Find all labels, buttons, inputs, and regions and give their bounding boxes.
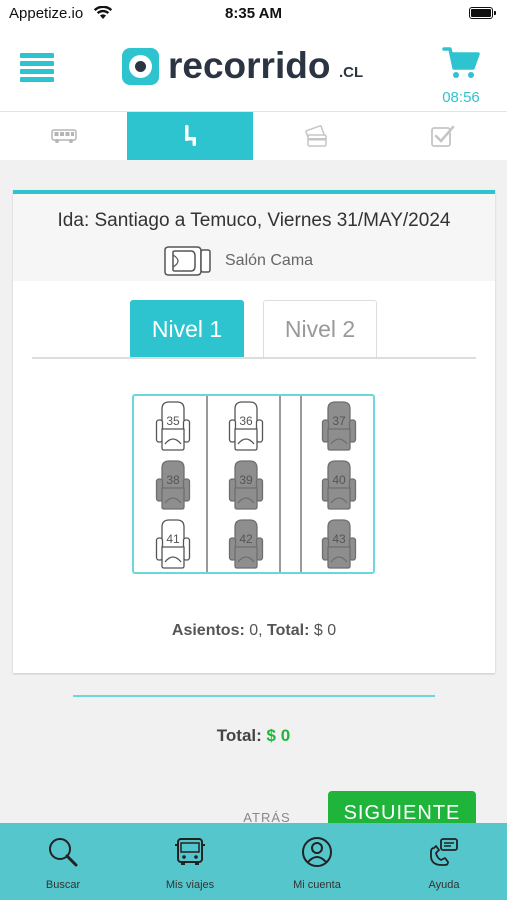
nav-help[interactable]: Ayuda xyxy=(381,823,507,900)
checkbox-icon xyxy=(431,125,455,147)
cart-icon[interactable] xyxy=(441,44,481,84)
status-bar: Appetize.io 8:35 AM xyxy=(0,0,507,26)
help-icon xyxy=(430,838,458,866)
seat-number: 43 xyxy=(332,532,346,546)
seat-number: 41 xyxy=(166,532,180,546)
booking-steps xyxy=(0,112,507,160)
tab-level-1[interactable]: Nivel 1 xyxy=(130,300,244,358)
seat-number: 38 xyxy=(166,473,180,487)
status-time: 8:35 AM xyxy=(225,5,282,22)
nav-search-label: Buscar xyxy=(45,879,81,891)
nav-search[interactable]: Buscar xyxy=(0,823,126,900)
seat-icon xyxy=(185,125,196,146)
user-icon xyxy=(302,837,332,867)
nav-account-label: Mi cuenta xyxy=(293,879,341,891)
selection-summary: Asientos: 0, Total: $ 0 xyxy=(13,622,495,640)
subtotal-value: $ 0 xyxy=(309,622,337,639)
seat-number: 40 xyxy=(332,473,346,487)
aisle-divider xyxy=(300,396,302,572)
seat-42[interactable]: 42 xyxy=(228,518,264,570)
seat-40[interactable]: 40 xyxy=(321,459,357,511)
bed-seat-icon xyxy=(164,246,211,276)
trip-card: Ida: Santiago a Temuco, Viernes 31/MAY/2… xyxy=(13,190,495,673)
column-divider xyxy=(206,396,208,572)
seat-41[interactable]: 41 xyxy=(155,518,191,570)
battery-icon xyxy=(469,7,496,19)
brand-name: recorrido xyxy=(168,45,331,86)
seat-38[interactable]: 38 xyxy=(155,459,191,511)
aisle-divider xyxy=(279,396,281,572)
bus-type-label: Salón Cama xyxy=(225,252,314,269)
tab-level-2[interactable]: Nivel 2 xyxy=(263,300,377,358)
tabs-divider xyxy=(32,357,476,359)
step-confirm[interactable] xyxy=(380,112,506,160)
total-amount: $ 0 xyxy=(266,726,291,745)
seat-number: 42 xyxy=(239,532,253,546)
seats-count: 0, xyxy=(244,622,268,639)
bus-front-icon xyxy=(175,838,205,865)
seat-number: 36 xyxy=(239,414,253,428)
seat-36[interactable]: 36 xyxy=(228,400,264,452)
menu-button[interactable] xyxy=(20,51,54,83)
seat-number: 39 xyxy=(239,473,253,487)
nav-trips[interactable]: Mis viajes xyxy=(127,823,253,900)
nav-trips-label: Mis viajes xyxy=(165,879,215,891)
trip-header: Ida: Santiago a Temuco, Viernes 31/MAY/2… xyxy=(13,194,495,281)
total-label: Total: xyxy=(216,726,262,745)
grand-total: Total: $ 0 xyxy=(0,726,507,746)
seat-number: 35 xyxy=(166,414,180,428)
nav-help-label: Ayuda xyxy=(428,879,460,891)
bus-type: Salón Cama xyxy=(161,244,313,278)
step-seats[interactable] xyxy=(127,112,253,160)
search-icon xyxy=(49,838,78,867)
bottom-nav: Buscar Mis viajes Mi cuenta Ayuda xyxy=(0,823,507,900)
subtotal-label: Total: xyxy=(267,622,310,639)
trip-route: Ida: Santiago a Temuco, Viernes 31/MAY/2… xyxy=(57,210,451,231)
seat-43[interactable]: 43 xyxy=(321,518,357,570)
seat-35[interactable]: 35 xyxy=(155,400,191,452)
bus-icon xyxy=(51,129,77,143)
seat-number: 37 xyxy=(332,414,346,428)
reservation-timer: 08:56 xyxy=(442,89,480,106)
brand-suffix: .CL xyxy=(339,64,364,81)
seat-39[interactable]: 39 xyxy=(228,459,264,511)
seat-37[interactable]: 37 xyxy=(321,400,357,452)
step-trip[interactable] xyxy=(1,112,127,160)
total-separator xyxy=(73,695,435,697)
seats-label: Asientos: xyxy=(171,622,245,639)
nav-account[interactable]: Mi cuenta xyxy=(254,823,380,900)
logo-mark-icon xyxy=(122,48,159,85)
step-payment[interactable] xyxy=(254,112,380,160)
app-header: recorrido .CL 08:56 xyxy=(0,26,507,112)
seat-map: 35 36 37 38 39 40 41 42 43 xyxy=(132,394,375,574)
payment-icon xyxy=(305,125,327,147)
